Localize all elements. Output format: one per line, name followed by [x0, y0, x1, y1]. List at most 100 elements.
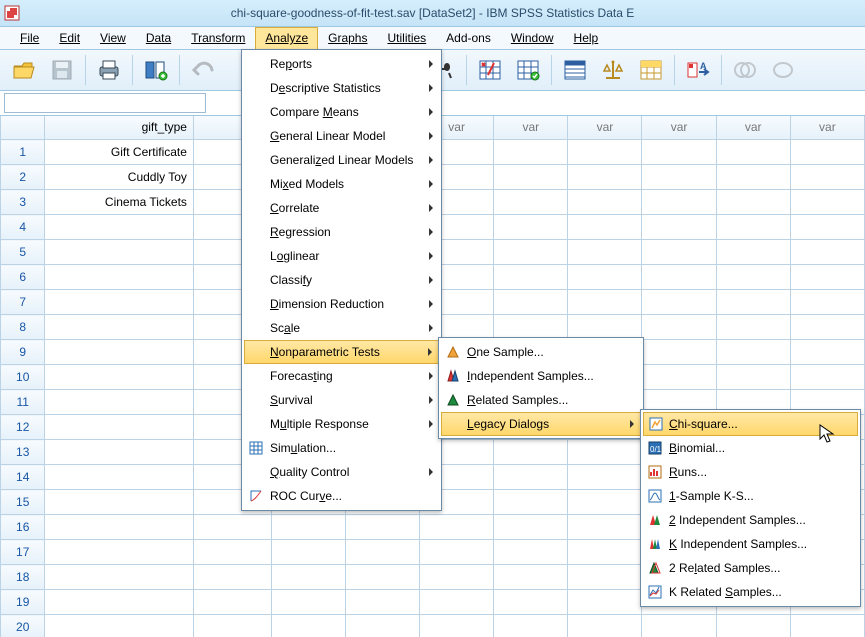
legacy-runs[interactable]: Runs... [643, 460, 858, 484]
nonpar-legacy-dialogs[interactable]: Legacy Dialogs [441, 412, 641, 436]
row-header[interactable]: 2 [1, 165, 45, 190]
analyze-simulation[interactable]: Simulation... [244, 436, 439, 460]
cell[interactable] [494, 140, 568, 165]
cell[interactable] [642, 615, 716, 637]
cell[interactable] [716, 190, 790, 215]
column-header-var[interactable]: var [494, 115, 568, 140]
menu-window[interactable]: Window [501, 27, 564, 49]
menu-edit[interactable]: Edit [49, 27, 90, 49]
cell[interactable] [642, 165, 716, 190]
split-file-icon[interactable] [472, 54, 508, 86]
analyze-correlate[interactable]: Correlate [244, 196, 439, 220]
cell[interactable] [642, 290, 716, 315]
menu-graphs[interactable]: Graphs [318, 27, 377, 49]
cell[interactable] [642, 215, 716, 240]
menu-analyze[interactable]: Analyze [255, 27, 318, 49]
analyze-roc-curve[interactable]: ROC Curve... [244, 484, 439, 508]
cell[interactable] [45, 290, 194, 315]
cell[interactable] [494, 240, 568, 265]
row-header[interactable]: 1 [1, 140, 45, 165]
weight-cases-icon[interactable] [510, 54, 546, 86]
cell[interactable] [716, 315, 790, 340]
legacy-1-sample-ks[interactable]: 1-Sample K-S... [643, 484, 858, 508]
menu-addons[interactable]: Add-ons [436, 27, 501, 49]
cell[interactable] [568, 490, 642, 515]
menu-help[interactable]: Help [564, 27, 609, 49]
legacy-k-related[interactable]: K Related Samples... [643, 580, 858, 604]
cell[interactable] [790, 615, 864, 637]
row-header[interactable]: 3 [1, 190, 45, 215]
cell[interactable] [45, 265, 194, 290]
row-header[interactable]: 20 [1, 615, 45, 637]
row-header[interactable]: 10 [1, 365, 45, 390]
cell[interactable] [568, 440, 642, 465]
cell[interactable] [271, 540, 345, 565]
nonpar-related-samples[interactable]: Related Samples... [441, 388, 641, 412]
analyze-reports[interactable]: Reports [244, 52, 439, 76]
row-header[interactable]: 17 [1, 540, 45, 565]
analyze-descriptive[interactable]: Descriptive Statistics [244, 76, 439, 100]
menu-transform[interactable]: Transform [181, 27, 255, 49]
legacy-2-independent[interactable]: 2 Independent Samples... [643, 508, 858, 532]
row-header[interactable]: 13 [1, 440, 45, 465]
cell[interactable] [568, 615, 642, 637]
column-header-var[interactable]: var [642, 115, 716, 140]
select-cases-icon[interactable] [557, 54, 593, 86]
cell[interactable] [494, 165, 568, 190]
cell[interactable] [345, 590, 419, 615]
menu-file[interactable]: File [10, 27, 49, 49]
cell[interactable] [45, 215, 194, 240]
cell[interactable] [494, 490, 568, 515]
cell[interactable] [494, 440, 568, 465]
legacy-chi-square[interactable]: Chi-square... [643, 412, 858, 436]
cell[interactable] [716, 215, 790, 240]
row-header[interactable]: 15 [1, 490, 45, 515]
cell[interactable] [271, 615, 345, 637]
analyze-nonparametric[interactable]: Nonparametric Tests [244, 340, 439, 364]
cell[interactable] [716, 265, 790, 290]
row-header[interactable]: 9 [1, 340, 45, 365]
menu-data[interactable]: Data [136, 27, 181, 49]
cell[interactable] [568, 265, 642, 290]
row-header[interactable]: 7 [1, 290, 45, 315]
cell[interactable] [716, 615, 790, 637]
cell[interactable] [45, 415, 194, 440]
cell[interactable] [568, 240, 642, 265]
legacy-k-independent[interactable]: K Independent Samples... [643, 532, 858, 556]
row-header[interactable]: 4 [1, 215, 45, 240]
cell[interactable] [45, 565, 194, 590]
cell[interactable] [716, 165, 790, 190]
cell[interactable] [642, 240, 716, 265]
cell[interactable] [642, 365, 716, 390]
cell[interactable] [494, 590, 568, 615]
cell[interactable] [642, 340, 716, 365]
cell[interactable] [494, 290, 568, 315]
cell[interactable] [193, 565, 271, 590]
cell[interactable] [568, 315, 642, 340]
cell[interactable] [271, 515, 345, 540]
corner-cell[interactable] [1, 115, 45, 140]
cell[interactable] [420, 515, 494, 540]
cell[interactable] [45, 390, 194, 415]
cell[interactable] [716, 340, 790, 365]
row-header[interactable]: 16 [1, 515, 45, 540]
name-box[interactable] [4, 93, 206, 113]
cell[interactable] [494, 515, 568, 540]
variables-icon[interactable]: A [680, 54, 716, 86]
open-icon[interactable] [6, 54, 42, 86]
cell[interactable]: Cinema Tickets [45, 190, 194, 215]
cell[interactable] [716, 365, 790, 390]
cell[interactable] [790, 140, 864, 165]
analyze-quality-control[interactable]: Quality Control [244, 460, 439, 484]
analyze-gzlm[interactable]: Generalized Linear Models [244, 148, 439, 172]
cell[interactable] [790, 340, 864, 365]
cell[interactable] [494, 315, 568, 340]
cell[interactable] [568, 190, 642, 215]
cell[interactable] [345, 565, 419, 590]
cell[interactable] [790, 240, 864, 265]
row-header[interactable]: 18 [1, 565, 45, 590]
analyze-scale[interactable]: Scale [244, 316, 439, 340]
analyze-forecasting[interactable]: Forecasting [244, 364, 439, 388]
cell[interactable] [494, 565, 568, 590]
legacy-binomial[interactable]: 0/1 Binomial... [643, 436, 858, 460]
